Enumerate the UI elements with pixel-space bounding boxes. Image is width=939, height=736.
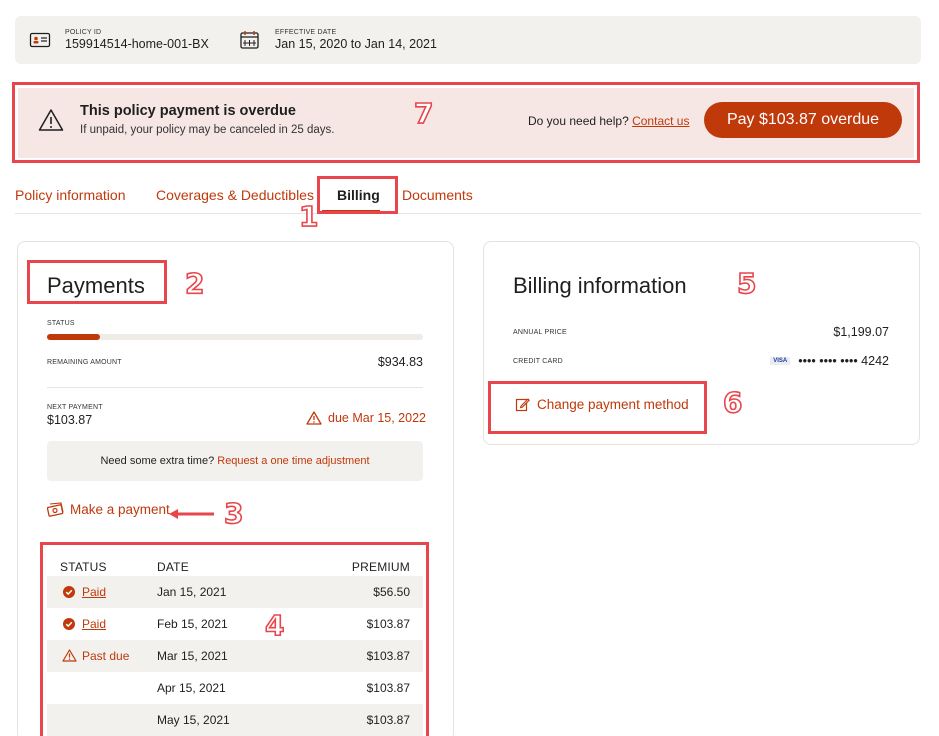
pay-overdue-button[interactable]: Pay $103.87 overdue	[704, 102, 902, 138]
annotation-arrow	[169, 509, 214, 519]
policy-id-value: 159914514-home-001-BX	[65, 37, 209, 51]
tab-billing[interactable]: Billing	[337, 187, 380, 203]
due-date-text: due Mar 15, 2022	[328, 411, 426, 425]
visa-icon: VISA	[770, 357, 791, 365]
annotation-1: 1	[298, 200, 319, 233]
remaining-amount-value: $934.83	[377, 355, 423, 369]
annotation-5: 5	[736, 267, 757, 300]
row-date: Jan 15, 2021	[157, 585, 227, 599]
effective-date-group: EFFECTIVE DATE Jan 15, 2020 to Jan 14, 2…	[239, 28, 437, 52]
card-number: •••• •••• •••• 4242	[798, 354, 889, 368]
annual-price-label: ANNUAL PRICE	[513, 329, 567, 336]
payments-divider	[47, 387, 423, 388]
tab-policy-information[interactable]: Policy information	[15, 187, 126, 203]
next-payment-label: NEXT PAYMENT	[47, 404, 103, 411]
request-adjustment-link[interactable]: Request a one time adjustment	[217, 455, 369, 467]
warning-icon	[38, 109, 64, 131]
row-premium: $103.87	[366, 649, 410, 663]
effective-date-value: Jan 15, 2020 to Jan 14, 2021	[275, 37, 437, 51]
warning-icon	[62, 649, 77, 662]
status-paid-link[interactable]: Paid	[82, 608, 106, 640]
contact-us-link[interactable]: Contact us	[632, 114, 689, 128]
payment-progress-fill	[47, 334, 100, 340]
make-payment-link[interactable]: Make a payment	[47, 502, 170, 517]
policy-id-label: POLICY ID	[65, 29, 102, 36]
row-date: May 15, 2021	[157, 713, 230, 727]
billing-title: Billing information	[513, 273, 687, 298]
active-tab-indicator	[322, 210, 380, 213]
banner-title: This policy payment is overdue	[80, 103, 296, 119]
table-row: Paid Jan 15, 2021 $56.50	[47, 576, 423, 608]
table-header-row: STATUS DATE PREMIUM	[47, 556, 423, 578]
annotation-3: 3	[223, 497, 244, 530]
credit-card-label: CREDIT CARD	[513, 358, 563, 365]
calendar-icon	[240, 31, 259, 49]
table-row: Paid Feb 15, 2021 $103.87	[47, 608, 423, 640]
table-row: May 15, 2021 $103.87	[47, 704, 423, 736]
row-premium: $103.87	[366, 713, 410, 727]
id-card-icon	[29, 32, 51, 48]
tab-documents[interactable]: Documents	[402, 187, 473, 203]
row-date: Feb 15, 2021	[157, 617, 228, 631]
status-past-due: Past due	[82, 649, 130, 663]
annual-price-value: $1,199.07	[833, 325, 889, 339]
payment-progress-bar	[47, 334, 423, 340]
due-date-indicator: due Mar 15, 2022	[306, 411, 426, 425]
policy-tabs: Policy information Coverages & Deductibl…	[15, 186, 921, 214]
banner-subtitle: If unpaid, your policy may be canceled i…	[80, 124, 335, 136]
tab-coverages-deductibles[interactable]: Coverages & Deductibles	[156, 187, 314, 203]
help-question: Do you need help?	[528, 114, 629, 128]
extra-time-text: Need some extra time?	[100, 455, 215, 467]
next-payment-value: $103.87	[47, 413, 93, 427]
row-premium: $103.87	[366, 681, 410, 695]
credit-card-value: VISA •••• •••• •••• 4242	[770, 354, 889, 368]
status-paid-link[interactable]: Paid	[82, 576, 106, 608]
change-payment-method-label: Change payment method	[537, 397, 689, 412]
extra-time-box: Need some extra time? Request a one time…	[47, 441, 423, 481]
annotation-4: 4	[264, 609, 285, 642]
billing-card	[483, 241, 920, 445]
change-payment-method-link[interactable]: Change payment method	[515, 397, 689, 412]
header-status: STATUS	[60, 560, 107, 574]
status-label: STATUS	[47, 320, 75, 327]
table-row: Past due Mar 15, 2021 $103.87	[47, 640, 423, 672]
annotation-7: 7	[413, 97, 434, 130]
row-date: Apr 15, 2021	[157, 681, 226, 695]
check-circle-icon	[63, 586, 75, 598]
header-date: DATE	[157, 560, 189, 574]
make-payment-label: Make a payment	[70, 502, 170, 517]
header-premium: PREMIUM	[351, 560, 410, 574]
edit-icon	[515, 398, 530, 412]
row-date: Mar 15, 2021	[157, 649, 228, 663]
annotation-6: 6	[722, 386, 743, 419]
help-text: Do you need help? Contact us	[528, 114, 689, 128]
effective-date-label: EFFECTIVE DATE	[275, 29, 337, 36]
check-circle-icon	[63, 618, 75, 630]
row-premium: $56.50	[373, 585, 410, 599]
policy-id-group: POLICY ID 159914514-home-001-BX	[29, 28, 209, 52]
money-icon	[47, 502, 64, 517]
payments-title: Payments	[47, 273, 145, 298]
policy-summary-bar: POLICY ID 159914514-home-001-BX EFFECTIV…	[15, 16, 921, 64]
warning-icon	[306, 411, 322, 425]
remaining-amount-label: REMAINING AMOUNT	[47, 359, 122, 366]
annotation-2: 2	[184, 267, 205, 300]
table-row: Apr 15, 2021 $103.87	[47, 672, 423, 704]
row-premium: $103.87	[366, 617, 410, 631]
overdue-banner: This policy payment is overdue If unpaid…	[18, 88, 914, 158]
